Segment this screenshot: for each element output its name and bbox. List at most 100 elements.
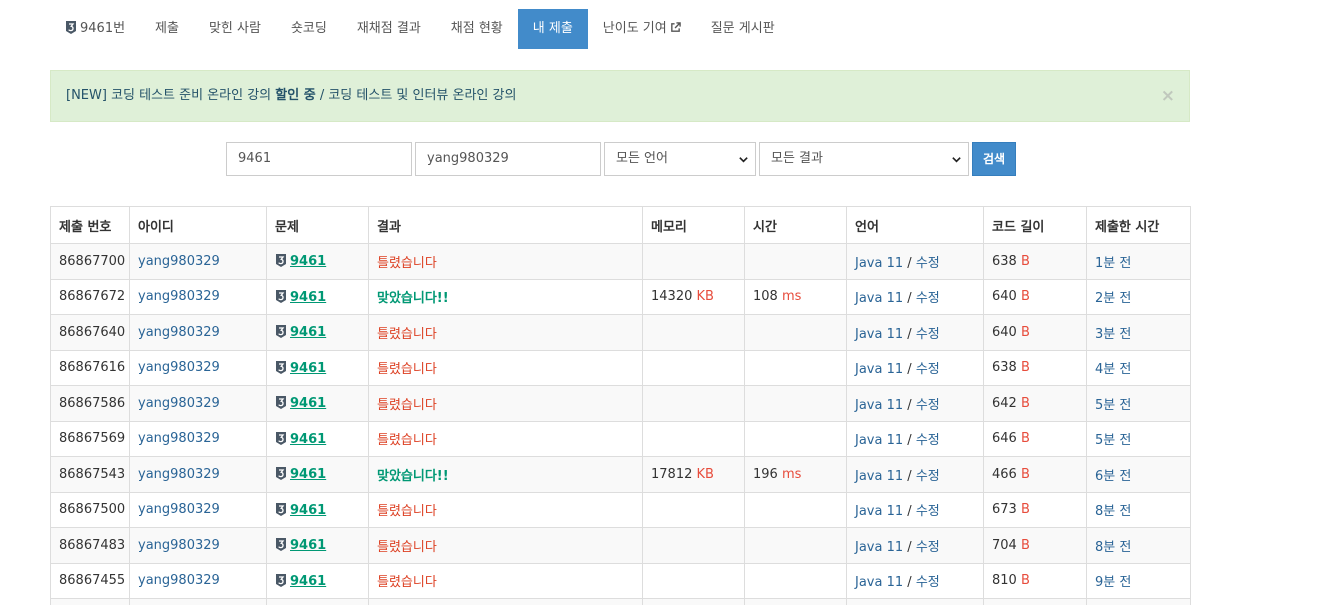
user-cell: yang980329 <box>129 314 267 351</box>
edit-link[interactable]: 수정 <box>916 469 940 484</box>
submitted-time-link[interactable]: 5분 전 <box>1095 433 1131 448</box>
nav-board[interactable]: 질문 게시판 <box>696 9 790 49</box>
search-button[interactable]: 검색 <box>972 142 1016 176</box>
user-link[interactable]: yang980329 <box>138 254 220 269</box>
user-link[interactable]: yang980329 <box>138 325 220 340</box>
nav-short-coding[interactable]: 숏코딩 <box>276 9 342 49</box>
source-code-link[interactable]: Java 11 <box>855 291 903 306</box>
edit-link[interactable]: 수정 <box>916 327 940 342</box>
result-select[interactable]: 모든 결과 <box>759 142 969 176</box>
nav-solved-users[interactable]: 맞힌 사람 <box>194 9 276 49</box>
submission-id: 86867640 <box>50 314 130 351</box>
table-row: 86867672 yang980329 9461 맞았습니다!! 14320 KB 108… <box>50 278 1191 315</box>
problem-cell: 9461 <box>266 314 369 351</box>
promo-highlight: 할인 중 <box>275 88 316 103</box>
problem-link[interactable]: 9461 <box>290 396 326 411</box>
submitted-time-link[interactable]: 6분 전 <box>1095 469 1131 484</box>
submitted-time-link[interactable]: 1분 전 <box>1095 256 1131 271</box>
time-value: 196 <box>753 466 778 482</box>
source-code-link[interactable]: Java 11 <box>855 504 903 519</box>
submission-id: 86867543 <box>50 456 130 493</box>
user-link[interactable]: yang980329 <box>138 396 220 411</box>
column-header: 언어 <box>846 206 984 244</box>
silver-tier-icon <box>276 289 286 303</box>
problem-link[interactable]: 9461 <box>290 432 326 447</box>
submitted-time-link[interactable]: 8분 전 <box>1095 504 1131 519</box>
submissions-table: 제출 번호 아이디 문제 결과 메모리 시간 언어 코드 길이 제출한 시간 86867700 y… <box>50 206 1191 605</box>
edit-link[interactable]: 수정 <box>916 291 940 306</box>
edit-link[interactable]: 수정 <box>916 575 940 590</box>
time-cell <box>744 243 847 280</box>
result-cell: 맞았습니다!! <box>368 278 643 315</box>
user-cell: yang980329 <box>129 278 267 315</box>
submitted-time-link[interactable]: 8분 전 <box>1095 540 1131 555</box>
source-code-link[interactable]: Java 11 <box>855 540 903 555</box>
user-cell: yang980329 <box>129 527 267 564</box>
submitted-time-link[interactable]: 2분 전 <box>1095 291 1131 306</box>
user-link[interactable]: yang980329 <box>138 431 220 446</box>
language-cell: Java 11 / 수정 <box>846 314 984 351</box>
column-header: 제출 번호 <box>50 206 130 244</box>
source-code-link[interactable]: Java 11 <box>855 433 903 448</box>
nav-difficulty[interactable]: 난이도 기여 <box>588 9 696 49</box>
nav-problem[interactable]: 9461번 <box>51 9 140 49</box>
problem-link[interactable]: 9461 <box>290 290 326 305</box>
user-link[interactable]: yang980329 <box>138 467 220 482</box>
problem-link[interactable]: 9461 <box>290 361 326 376</box>
submitted-time-link[interactable]: 5분 전 <box>1095 398 1131 413</box>
user-link[interactable]: yang980329 <box>138 502 220 517</box>
submission-id: 86867616 <box>50 349 130 386</box>
source-code-link[interactable]: Java 11 <box>855 256 903 271</box>
problem-link[interactable]: 9461 <box>290 325 326 340</box>
nav-judge-status[interactable]: 채점 현황 <box>436 9 518 49</box>
problem-link[interactable]: 9461 <box>290 538 326 553</box>
code-length-value: 810 <box>992 573 1017 589</box>
table-row: 86867700 yang980329 9461 틀렸습니다 Java 11 / 수정 6… <box>50 243 1191 280</box>
interview-course-link[interactable]: 코딩 테스트 및 인터뷰 온라인 강의 <box>328 88 516 103</box>
nav-rejudge-result[interactable]: 재채점 결과 <box>342 9 436 49</box>
submitted-time-cell <box>1086 598 1191 605</box>
promo-link[interactable]: [NEW] 코딩 테스트 준비 온라인 강의 할인 중 <box>66 88 316 103</box>
code-length-cell: 646 B <box>983 420 1087 457</box>
submitted-time-link[interactable]: 4분 전 <box>1095 362 1131 377</box>
user-link[interactable]: yang980329 <box>138 538 220 553</box>
problem-link[interactable]: 9461 <box>290 574 326 589</box>
user-link[interactable]: yang980329 <box>138 573 220 588</box>
result-cell: 틀렸습니다 <box>368 420 643 457</box>
source-code-link[interactable]: Java 11 <box>855 327 903 342</box>
time-cell <box>744 349 847 386</box>
problem-id-input[interactable]: 9461 <box>226 142 412 176</box>
nav-my-submissions[interactable]: 내 제출 <box>517 9 588 49</box>
edit-link[interactable]: 수정 <box>916 362 940 377</box>
source-code-link[interactable]: Java 11 <box>855 362 903 377</box>
source-code-link[interactable]: Java 11 <box>855 575 903 590</box>
edit-link[interactable]: 수정 <box>916 256 940 271</box>
language-select-value: 모든 언어 <box>616 151 668 166</box>
user-link[interactable]: yang980329 <box>138 360 220 375</box>
user-cell: yang980329 <box>129 243 267 280</box>
user-id-input[interactable]: yang980329 <box>415 142 601 176</box>
close-icon[interactable]: × <box>1161 71 1175 121</box>
edit-link[interactable]: 수정 <box>916 398 940 413</box>
code-length-unit: B <box>1020 502 1030 518</box>
user-link[interactable]: yang980329 <box>138 289 220 304</box>
edit-link[interactable]: 수정 <box>916 433 940 448</box>
problem-link[interactable]: 9461 <box>290 254 326 269</box>
language-cell <box>846 598 984 605</box>
language-select[interactable]: 모든 언어 <box>604 142 756 176</box>
submitted-time-link[interactable]: 9분 전 <box>1095 575 1131 590</box>
source-code-link[interactable]: Java 11 <box>855 398 903 413</box>
code-length-cell: 642 B <box>983 385 1087 422</box>
nav-submit[interactable]: 제출 <box>140 9 194 49</box>
problem-link[interactable]: 9461 <box>290 467 326 482</box>
edit-link[interactable]: 수정 <box>916 540 940 555</box>
source-code-link[interactable]: Java 11 <box>855 469 903 484</box>
submitted-time-link[interactable]: 3분 전 <box>1095 327 1131 342</box>
edit-link[interactable]: 수정 <box>916 504 940 519</box>
submission-id: 86867455 <box>50 562 130 599</box>
time-cell <box>744 314 847 351</box>
problem-link[interactable]: 9461 <box>290 503 326 518</box>
code-length-cell <box>983 598 1087 605</box>
memory-cell <box>642 562 745 599</box>
table-row: 86867483 yang980329 9461 틀렸습니다 Java 11 / 수정 7… <box>50 527 1191 564</box>
